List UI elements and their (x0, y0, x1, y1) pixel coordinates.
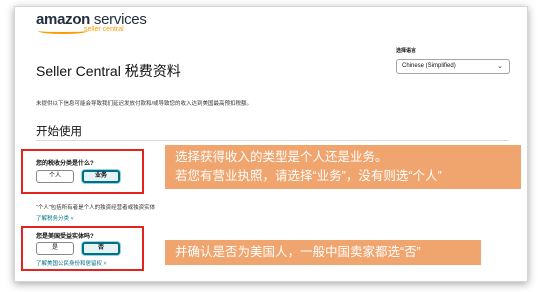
withholding-notice: 未提供以下信息可能会导致我们延迟发放付款和/或导致您的收入达到美国最高预扣税额。 (36, 101, 253, 107)
section-divider (36, 140, 509, 141)
no-option-button[interactable]: 否 (82, 242, 120, 255)
logo-subtitle: seller central (84, 26, 124, 33)
amazon-smile-icon (38, 28, 88, 34)
callout-income-type: 选择获得收入的类型是个人还是业务。 若您有营业执照，请选择“业务”，没有则选“个… (165, 145, 521, 189)
tax-classification-link[interactable]: 了解税务分类 ˅ (36, 214, 74, 222)
callout-us-person: 并确认是否为美国人，一般中国卖家都选“否” (165, 240, 481, 265)
language-select[interactable]: Chinese (Simplified) ⌄ (396, 59, 510, 74)
chevron-down-icon: ⌄ (497, 63, 503, 70)
tax-info-page: amazon services seller central 选择语言 Chin… (14, 6, 528, 282)
individual-hint: “个人”包括所有者是个人的独资经营者或独资实体 (36, 205, 156, 211)
callout-line-3: 并确认是否为美国人，一般中国卖家都选“否” (175, 245, 421, 259)
page-title: Seller Central 税费资料 (36, 63, 181, 79)
yes-option-button[interactable]: 是 (36, 242, 74, 255)
amazon-services-logo: amazon services seller central (36, 11, 147, 34)
callout-line-1: 选择获得收入的类型是个人还是业务。 (175, 150, 388, 164)
us-citizenship-link[interactable]: 了解美国公民身份和居留权 ˅ (36, 259, 107, 267)
business-option-button[interactable]: 业务 (82, 170, 120, 183)
tax-classification-label: 您的税收分类是什么? (36, 161, 94, 167)
individual-option-button[interactable]: 个人 (36, 170, 74, 183)
language-label: 选择语言 (396, 48, 417, 54)
callout-line-2: 若您有营业执照，请选择“业务”，没有则选“个人” (175, 169, 442, 183)
us-person-label: 您是美国受益实体吗? (36, 234, 94, 240)
language-selected-value: Chinese (Simplified) (402, 63, 456, 69)
section-title: 开始使用 (36, 126, 82, 138)
